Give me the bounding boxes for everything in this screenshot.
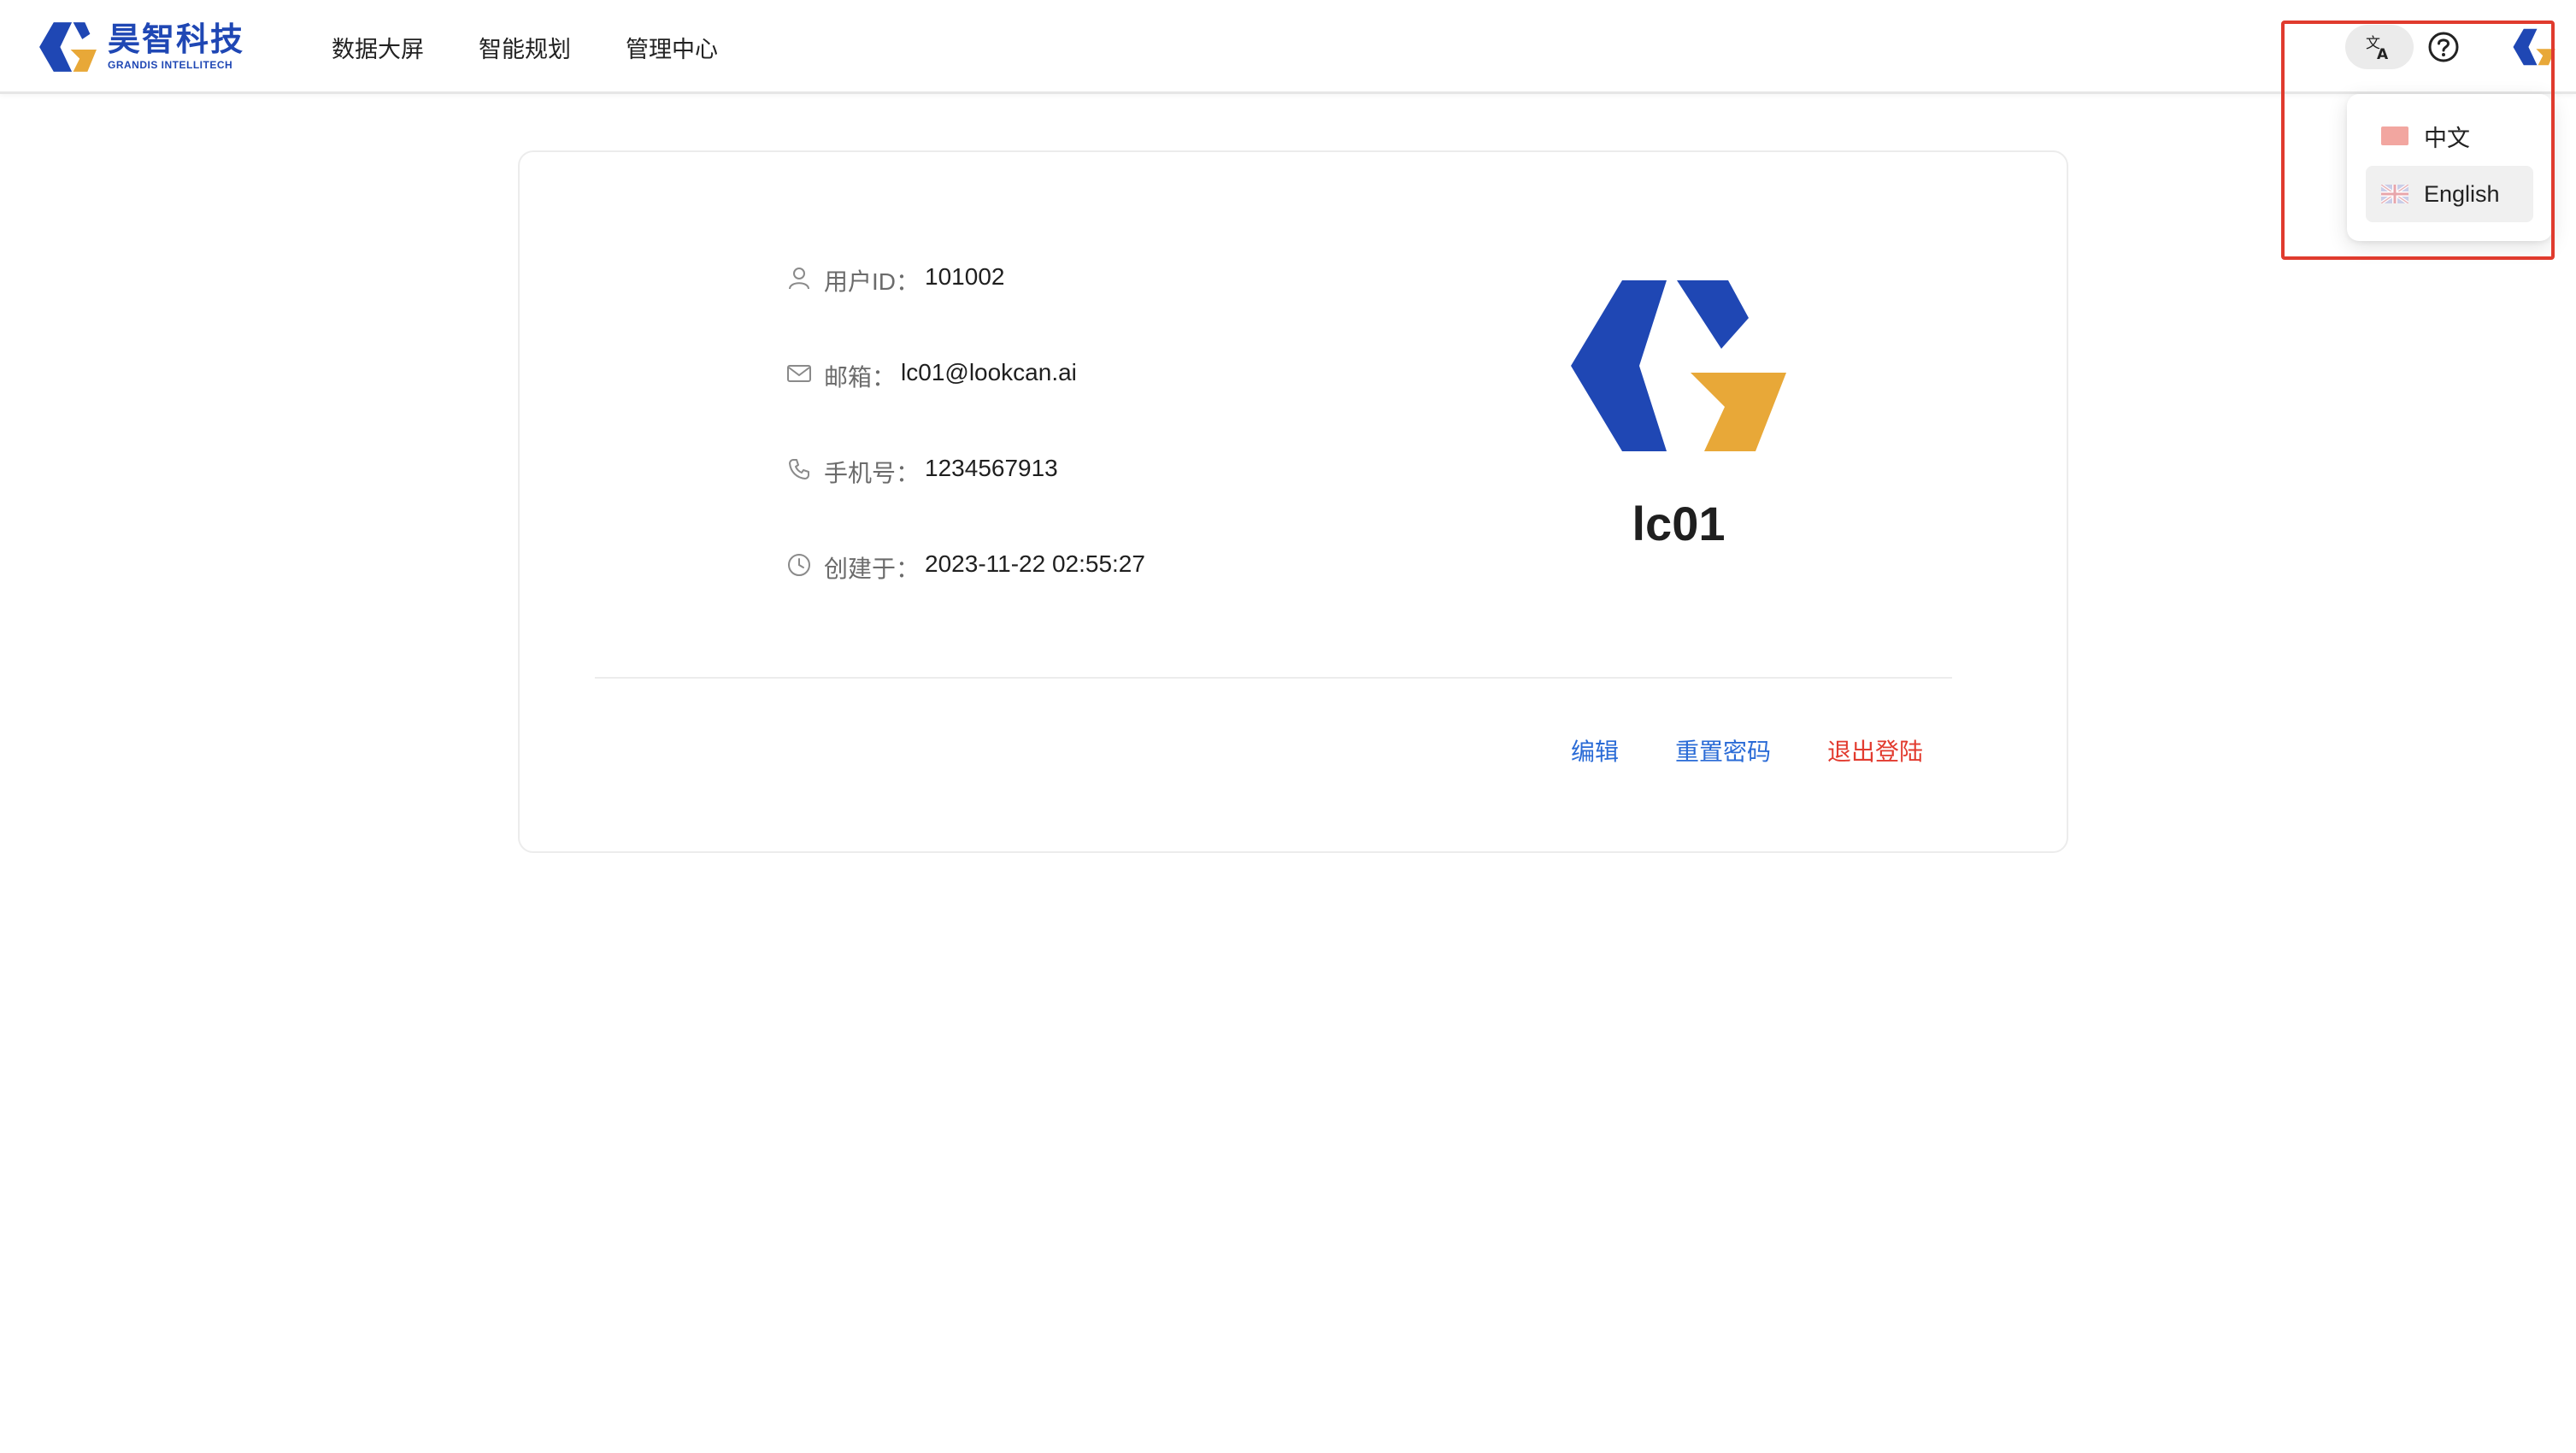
language-dropdown: 中文 English — [2347, 94, 2552, 241]
uk-flag-icon — [2381, 185, 2408, 203]
nav-item-admin[interactable]: 管理中心 — [626, 31, 718, 64]
profile-user-id-row: 用户ID ： 101002 — [786, 263, 1145, 359]
phone-colon: ： — [896, 460, 920, 486]
profile-avatar-block: lc01 — [1542, 280, 1815, 551]
help-button[interactable] — [2426, 29, 2461, 65]
user-avatar-button[interactable] — [2509, 26, 2557, 68]
profile-avatar-logo — [1571, 280, 1786, 451]
translate-icon: 文 A — [2366, 35, 2389, 62]
profile-username: lc01 — [1632, 497, 1726, 550]
mail-icon — [787, 365, 811, 382]
question-circle-icon — [2428, 32, 2459, 62]
profile-actions: 编辑 重置密码 退出登陆 — [1514, 733, 1923, 768]
profile-info-list: 用户ID ： 101002 邮箱 ： lc01@lookcan.ai 手机号 ：… — [786, 263, 1145, 646]
email-label: 邮箱 — [824, 364, 873, 391]
reset-password-button[interactable]: 重置密码 — [1675, 733, 1771, 768]
edit-button[interactable]: 编辑 — [1571, 733, 1619, 768]
email-colon: ： — [872, 364, 897, 391]
brand-logo[interactable]: 昊智科技 GRANDIS INTELLITECH — [34, 17, 244, 77]
svg-text:A: A — [2377, 46, 2389, 62]
main-nav: 数据大屏 智能规划 管理中心 — [332, 0, 773, 94]
language-switch-button[interactable]: 文 A — [2345, 25, 2414, 69]
profile-created-row: 创建于 ： 2023-11-22 02:55:27 — [786, 550, 1145, 646]
user-id-value: 101002 — [925, 263, 1005, 290]
clock-icon — [788, 554, 810, 576]
created-value: 2023-11-22 02:55:27 — [925, 550, 1145, 577]
profile-email-row: 邮箱 ： lc01@lookcan.ai — [786, 359, 1145, 455]
user-id-colon: ： — [896, 268, 920, 295]
profile-card: 用户ID ： 101002 邮箱 ： lc01@lookcan.ai 手机号 ：… — [518, 150, 2068, 853]
language-option-chinese[interactable]: 中文 — [2366, 108, 2533, 164]
user-id-label: 用户ID — [824, 268, 897, 295]
phone-icon — [789, 459, 809, 479]
brand-text: 昊智科技 GRANDIS INTELLITECH — [108, 24, 244, 70]
phone-value: 1234567913 — [925, 455, 1058, 481]
brand-name-cn: 昊智科技 — [108, 22, 245, 58]
nav-item-planning[interactable]: 智能规划 — [479, 31, 571, 64]
phone-label: 手机号 — [824, 460, 897, 486]
card-divider — [595, 677, 1952, 679]
language-option-label: English — [2424, 180, 2500, 207]
china-flag-icon — [2381, 126, 2408, 145]
profile-phone-row: 手机号 ： 1234567913 — [786, 455, 1145, 550]
nav-item-dashboard[interactable]: 数据大屏 — [332, 31, 424, 64]
created-label: 创建于 — [824, 556, 897, 582]
brand-logo-icon — [39, 22, 97, 72]
language-option-english[interactable]: English — [2366, 166, 2533, 222]
logout-button[interactable]: 退出登陆 — [1827, 733, 1923, 768]
email-value: lc01@lookcan.ai — [901, 359, 1077, 385]
brand-name-en: GRANDIS INTELLITECH — [108, 59, 233, 71]
language-option-label: 中文 — [2424, 125, 2470, 151]
top-header: 昊智科技 GRANDIS INTELLITECH 数据大屏 智能规划 管理中心 … — [0, 0, 2576, 94]
user-icon — [789, 268, 809, 290]
created-colon: ： — [896, 556, 920, 582]
